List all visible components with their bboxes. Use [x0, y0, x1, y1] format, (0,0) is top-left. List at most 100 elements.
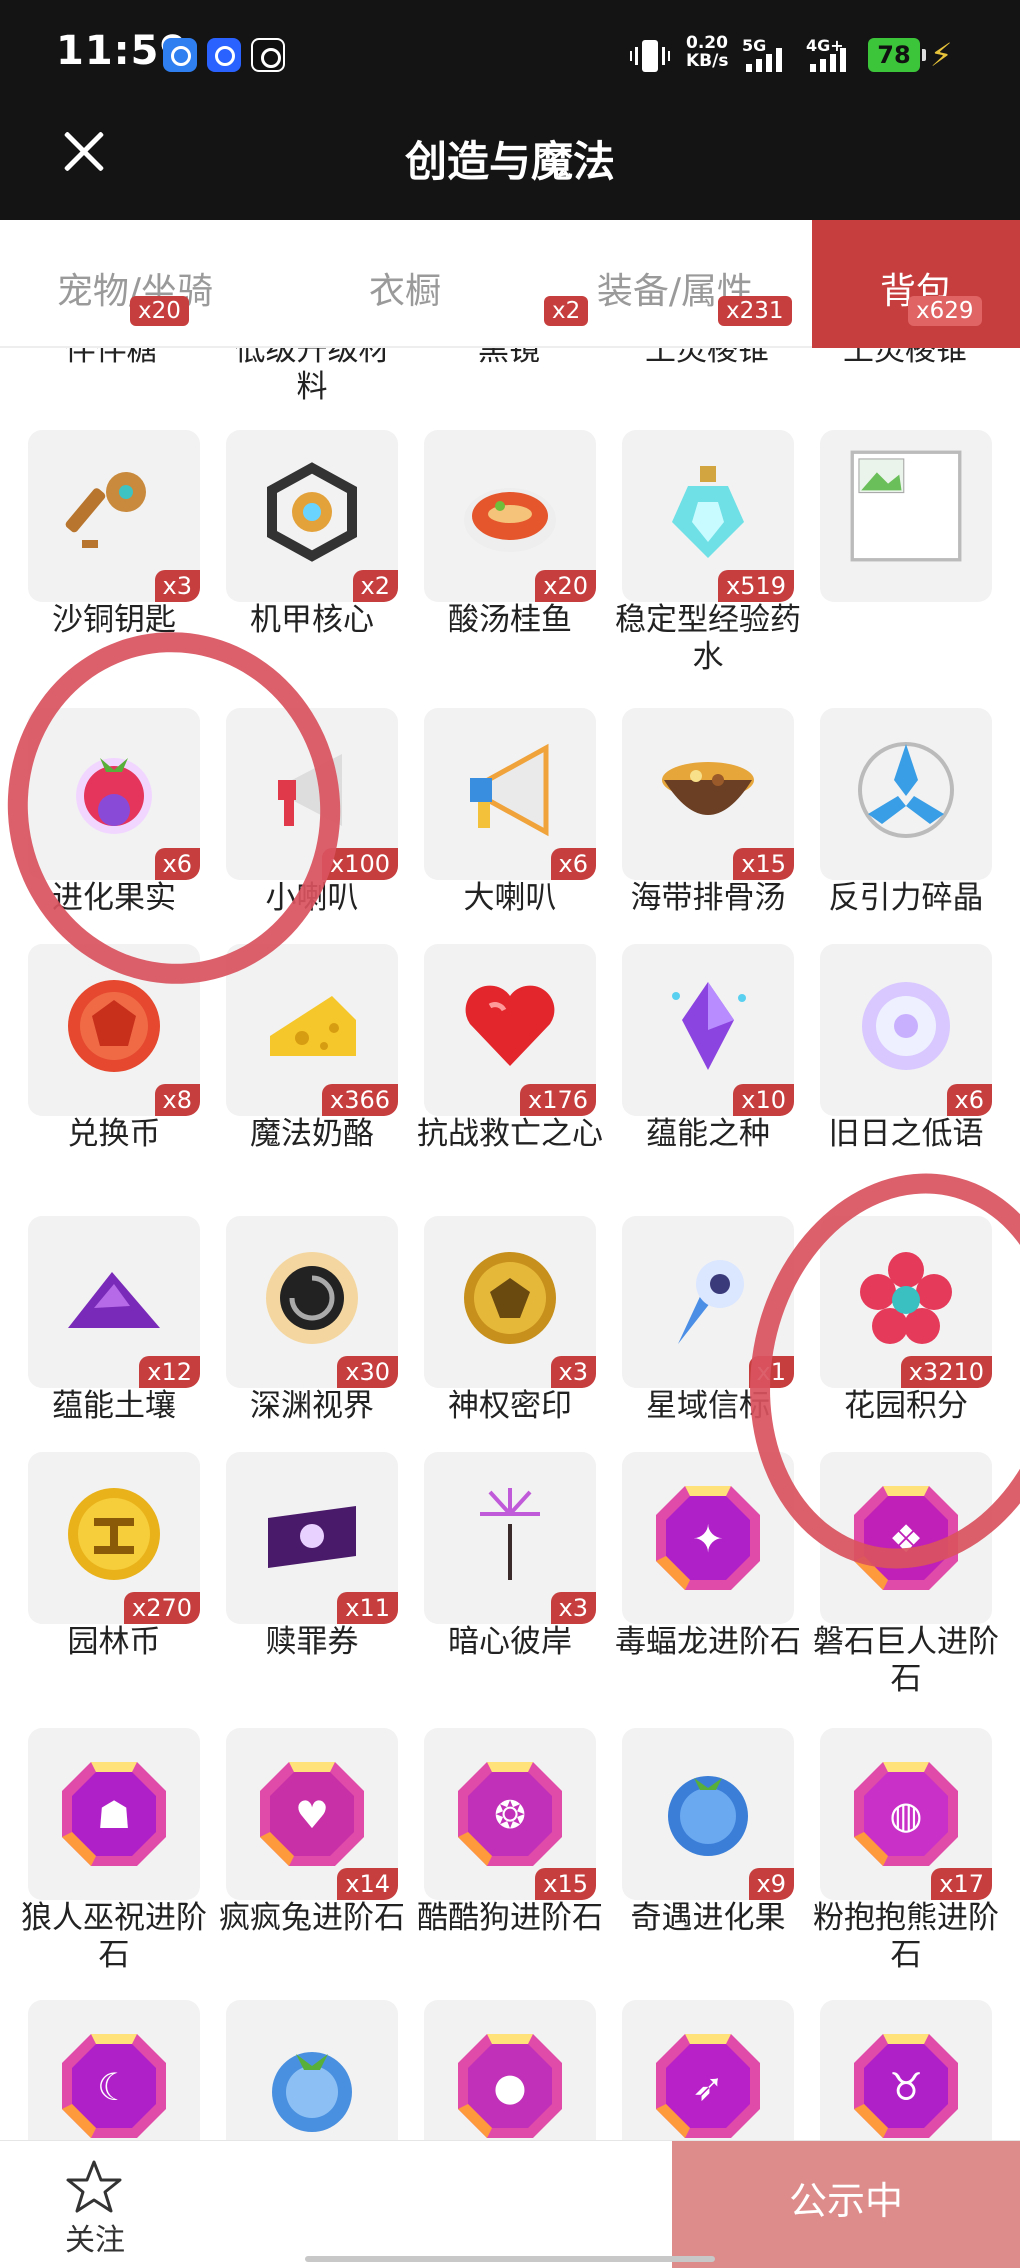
item-name: 磐石巨人进阶石 — [813, 1624, 999, 1697]
item-name: 神权密印 — [448, 1388, 572, 1424]
app-header: 创造与魔法 — [0, 110, 1020, 220]
signal-4g-icon: 4G+ — [806, 36, 876, 76]
battery-icon: 78 — [868, 38, 926, 72]
map-app-icon — [207, 38, 241, 72]
svg-text:❖: ❖ — [889, 1517, 923, 1561]
item-quantity: x12 — [139, 1356, 200, 1388]
svg-text:☗: ☗ — [97, 1793, 131, 1837]
svg-text:♉: ♉ — [889, 2065, 923, 2109]
item-name: 深渊视界 — [250, 1388, 374, 1424]
status-bar: 11:59 0.20 KB/s 5G 4G+ 78 ⚡ — [0, 0, 1020, 110]
item-quantity: x100 — [321, 848, 398, 880]
tab-backpack[interactable]: 背包 x629 — [812, 220, 1020, 348]
item-name: 星域信标 — [646, 1388, 770, 1424]
item-tile: x10 — [622, 944, 794, 1116]
tab-badge: x20 — [130, 296, 189, 326]
net-speed-unit: KB/s — [686, 51, 729, 71]
item-tile: x3210 — [820, 1216, 992, 1388]
item-tile: ♉ — [820, 2000, 992, 2140]
vibrate-icon — [630, 40, 670, 72]
item-tile: x2 — [226, 430, 398, 602]
tab-badge: x629 — [908, 296, 982, 326]
home-indicator — [305, 2256, 715, 2262]
signal-5g-icon: 5G — [742, 36, 812, 76]
public-notice-button[interactable]: 公示中 — [672, 2141, 1020, 2268]
partial-item-name: 土灵棱锥 — [843, 348, 967, 368]
star-icon — [66, 2160, 122, 2213]
item-tile: x6 — [424, 708, 596, 880]
partial-item-name: 黑镜 — [478, 348, 540, 368]
item-tile: x3 — [424, 1216, 596, 1388]
item-name: 狼人巫祝进阶石 — [21, 1900, 207, 1973]
follow-button[interactable]: 关注 — [40, 2159, 150, 2259]
partial-item-name: 低级升级材料 — [234, 348, 390, 405]
item-name: 小喇叭 — [265, 880, 359, 916]
item-tile: ➶ — [622, 2000, 794, 2140]
svg-text:◍: ◍ — [889, 1793, 922, 1837]
item-quantity: x3210 — [900, 1356, 992, 1388]
item-tile: ✦ — [622, 1452, 794, 1624]
item-quantity: x9 — [748, 1868, 794, 1900]
item-name: 奇遇进化果 — [630, 1900, 786, 1936]
svg-text:♥: ♥ — [295, 1793, 329, 1837]
partial-item-name: 伴伴糖 — [64, 348, 158, 368]
item-tile: ● — [424, 2000, 596, 2140]
item-name: 沙铜钥匙 — [52, 602, 176, 638]
item-name: 毒蝠龙进阶石 — [615, 1624, 801, 1660]
item-name: 蕴能土壤 — [52, 1388, 176, 1424]
item-tile: x8 — [28, 944, 200, 1116]
item-tile: ❂ x15 — [424, 1728, 596, 1900]
item-quantity: x14 — [337, 1868, 398, 1900]
item-quantity: x6 — [946, 1084, 992, 1116]
item-quantity: x6 — [154, 848, 200, 880]
item-tile: ♥ x14 — [226, 1728, 398, 1900]
svg-text:❂: ❂ — [494, 1793, 526, 1837]
tiktok-icon — [251, 38, 285, 72]
item-name: 蕴能之种 — [646, 1116, 770, 1152]
tab-badge: x2 — [544, 296, 589, 326]
item-name: 酷酷狗进阶石 — [417, 1900, 603, 1936]
item-name: 疯疯兔进阶石 — [219, 1900, 405, 1936]
item-tile — [820, 430, 992, 602]
net-speed-value: 0.20 — [686, 33, 728, 53]
item-quantity: x8 — [154, 1084, 200, 1116]
tab-wardrobe[interactable]: 衣橱 — [330, 220, 480, 348]
item-quantity: x3 — [550, 1592, 596, 1624]
item-quantity: x15 — [535, 1868, 596, 1900]
item-name: 赎罪券 — [265, 1624, 359, 1660]
item-tile: x30 — [226, 1216, 398, 1388]
follow-label: 关注 — [65, 2223, 125, 2258]
svg-text:☾: ☾ — [97, 2065, 131, 2109]
item-quantity: x11 — [337, 1592, 398, 1624]
item-name: 酸汤桂鱼 — [448, 602, 572, 638]
item-quantity: x366 — [321, 1084, 398, 1116]
item-quantity: x30 — [337, 1356, 398, 1388]
item-tile: ❖ — [820, 1452, 992, 1624]
item-name: 花园积分 — [844, 1388, 968, 1424]
inventory-grid: 伴伴糖 低级升级材料 黑镜 土灵棱锥 土灵棱锥 x3 沙铜钥匙 x2 机甲核心 x20 酸… — [0, 348, 1020, 2140]
tab-pets-mounts[interactable]: 宠物/坐骑 x20 — [0, 220, 213, 348]
item-name: 抗战救亡之心 — [417, 1116, 603, 1152]
item-tile — [820, 708, 992, 880]
item-name: 旧日之低语 — [828, 1116, 984, 1152]
item-tile: x6 — [28, 708, 200, 880]
item-tile: x12 — [28, 1216, 200, 1388]
item-quantity: x1 — [748, 1356, 794, 1388]
category-tabs: 宠物/坐骑 x20 衣橱 装备/属性 x2 x231 背包 x629 — [0, 220, 1020, 348]
sim1-label: 5G — [742, 36, 767, 55]
item-tile: x9 — [622, 1728, 794, 1900]
tab-badge-secondary: x231 — [718, 296, 792, 326]
item-tile: x100 — [226, 708, 398, 880]
tab-equipment[interactable]: 装备/属性 x2 x231 — [540, 220, 800, 348]
blue-app-icon — [163, 38, 197, 72]
item-name: 大喇叭 — [463, 880, 557, 916]
item-name: 海带排骨汤 — [630, 880, 786, 916]
item-quantity: x2 — [352, 570, 398, 602]
item-name: 机甲核心 — [250, 602, 374, 638]
item-quantity: x519 — [717, 570, 794, 602]
item-tile: x3 — [28, 430, 200, 602]
svg-text:➶: ➶ — [692, 2065, 724, 2109]
sim2-label: 4G+ — [806, 36, 844, 55]
item-tile: x270 — [28, 1452, 200, 1624]
item-name: 反引力碎晶 — [828, 880, 984, 916]
